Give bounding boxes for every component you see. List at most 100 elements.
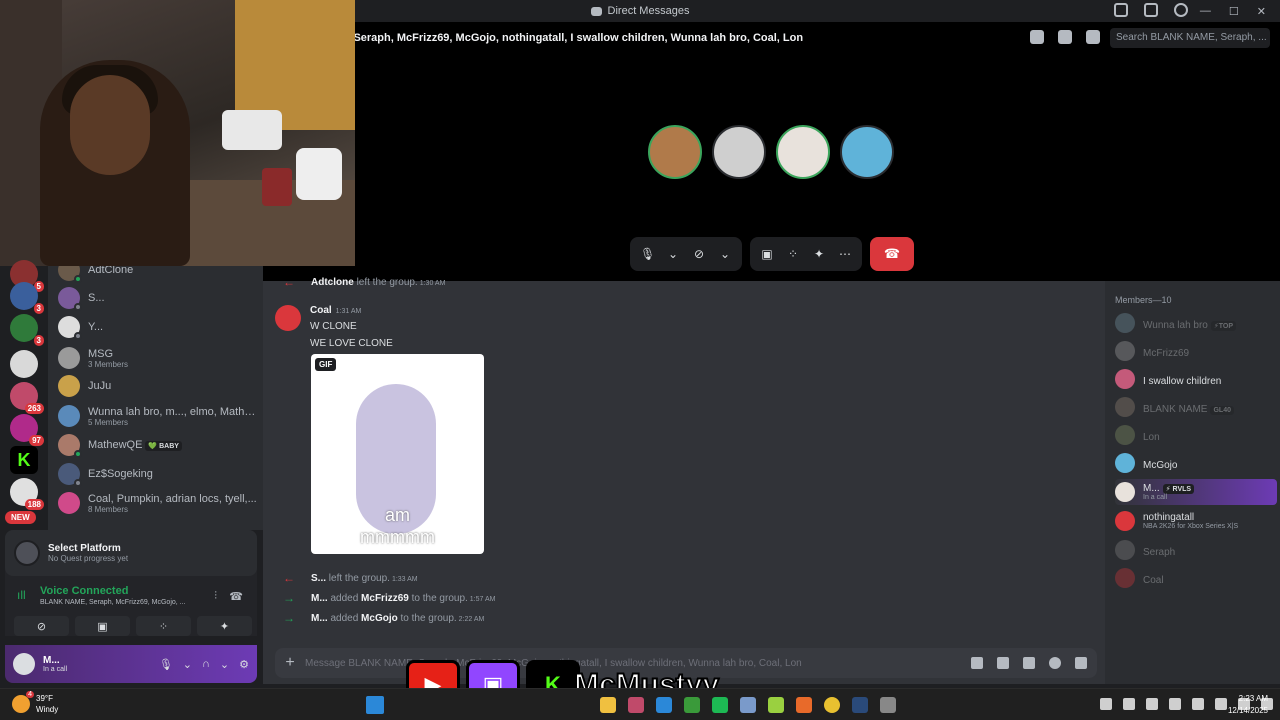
disconnect-icon[interactable]: ☎ [229, 590, 243, 603]
xbox-icon[interactable] [684, 697, 700, 713]
weather-widget[interactable]: 4 39°F Windy [12, 691, 58, 715]
system-actor[interactable]: M... [311, 593, 328, 604]
app-icon[interactable] [880, 697, 896, 713]
system-actor[interactable]: M... [311, 613, 328, 624]
add-attachment-button[interactable]: + [275, 654, 305, 672]
app-icon[interactable] [628, 697, 644, 713]
file-explorer-icon[interactable] [600, 697, 616, 713]
dm-item[interactable]: MSG 3 Members [58, 344, 258, 372]
chevron-down-icon[interactable]: ⌄ [220, 658, 229, 671]
system-target[interactable]: McFrizz69 [361, 593, 409, 604]
member-item[interactable]: McGojo [1115, 450, 1275, 476]
edge-icon[interactable] [656, 697, 672, 713]
pin-icon[interactable] [1030, 30, 1044, 44]
dm-item[interactable]: AdtClone [58, 266, 258, 284]
tray-icon[interactable] [1169, 698, 1181, 710]
member-item[interactable]: Lon [1115, 422, 1275, 448]
server-icon[interactable] [10, 350, 38, 378]
help-icon[interactable] [1174, 3, 1188, 17]
kick-server-icon[interactable]: K [10, 446, 38, 474]
message-author[interactable]: Coal [310, 305, 332, 316]
participant-avatar[interactable] [840, 125, 894, 179]
system-actor[interactable]: Adtclone [311, 277, 354, 288]
avatar[interactable] [13, 653, 35, 675]
app-icon[interactable] [768, 697, 784, 713]
microphone-icon[interactable]: 🎙 [640, 247, 655, 261]
camera-off-icon[interactable]: ⊘ [692, 247, 706, 261]
server-icon[interactable]: 3 [10, 282, 44, 314]
quest-card[interactable]: Select Platform No Quest progress yet [5, 530, 257, 576]
tray-icon[interactable] [1146, 698, 1158, 710]
member-item[interactable]: Seraph [1115, 537, 1275, 563]
chevron-down-icon[interactable]: ⌄ [718, 247, 732, 261]
dm-item[interactable]: Y... [58, 313, 258, 341]
participant-avatar[interactable] [776, 125, 830, 179]
dm-item[interactable]: Coal, Pumpkin, adrian locs, tyell,... 8 M… [58, 489, 258, 517]
dm-item[interactable]: Wunna lah bro, m..., elmo, Mathe... 5 Mem… [58, 402, 258, 430]
system-target[interactable]: McGojo [361, 613, 398, 624]
search-input[interactable]: Search BLANK NAME, Seraph, ... [1110, 28, 1270, 48]
voice-channel-name[interactable]: BLANK NAME, Seraph, McFrizz69, McGojo, .… [40, 599, 186, 606]
spotify-icon[interactable] [712, 697, 728, 713]
chevron-down-icon[interactable]: ⌄ [666, 247, 680, 261]
username[interactable]: M... [43, 655, 67, 666]
member-item[interactable]: BLANK NAME GL40 [1115, 394, 1275, 420]
store-icon[interactable] [740, 697, 756, 713]
steam-icon[interactable] [852, 697, 868, 713]
inbox-icon[interactable] [1144, 3, 1158, 17]
dm-item[interactable]: Ez$Sogeking [58, 460, 258, 488]
member-item[interactable]: Wunna lah bro ⚡TOP [1115, 310, 1275, 336]
participant-avatar[interactable] [712, 125, 766, 179]
apps-icon[interactable] [1075, 657, 1087, 669]
tray-icon[interactable] [1123, 698, 1135, 710]
noise-suppression-icon[interactable]: ⫶ [214, 590, 217, 603]
screen-share-icon[interactable]: ▣ [760, 247, 774, 261]
dm-item[interactable]: S... [58, 284, 258, 312]
member-item[interactable]: McFrizz69 [1115, 338, 1275, 364]
headphones-icon[interactable]: ∩ [202, 658, 210, 671]
avatar[interactable] [275, 305, 301, 331]
close-button[interactable]: ✕ [1257, 5, 1266, 18]
soundboard-button[interactable]: ✦ [197, 616, 252, 636]
mic-icon[interactable] [1192, 698, 1204, 710]
voice-connected-label[interactable]: Voice Connected [40, 585, 128, 597]
disconnect-button[interactable]: ☎ [870, 237, 914, 271]
system-actor[interactable]: S... [311, 573, 326, 584]
settings-gear-icon[interactable]: ⚙ [239, 658, 249, 671]
member-item[interactable]: M... ⚡ RVLS In a call [1115, 479, 1277, 505]
dm-item[interactable]: MathewQE 💚 BABY [58, 431, 258, 459]
chevron-up-icon[interactable] [1100, 698, 1112, 710]
gif-attachment[interactable]: GIF am mmmmm [311, 354, 484, 554]
gif-icon[interactable] [997, 657, 1009, 669]
chrome-icon[interactable] [824, 697, 840, 713]
camera-off-button[interactable]: ⊘ [14, 616, 69, 636]
server-icon[interactable]: 97 [10, 414, 44, 446]
member-item[interactable]: nothingatall NBA 2K26 for Xbox Series X|… [1115, 508, 1275, 534]
participant-avatar[interactable] [648, 125, 702, 179]
screen-share-button[interactable]: ▣ [75, 616, 130, 636]
server-icon[interactable]: 263 [10, 382, 44, 414]
server-icon[interactable]: 3 [10, 314, 44, 346]
flag-icon[interactable] [1114, 3, 1128, 17]
activities-button[interactable]: ⁘ [136, 616, 191, 636]
wifi-icon[interactable] [1215, 698, 1227, 710]
gift-icon[interactable] [971, 657, 983, 669]
emoji-icon[interactable] [1049, 657, 1061, 669]
maximize-button[interactable]: ☐ [1229, 5, 1239, 18]
dm-item[interactable]: JuJu [58, 372, 258, 400]
member-item[interactable]: Coal [1115, 565, 1275, 591]
activities-icon[interactable]: ⁘ [786, 247, 800, 261]
members-icon[interactable] [1086, 30, 1100, 44]
microphone-icon[interactable]: 🎙 [159, 658, 173, 671]
sticker-icon[interactable] [1023, 657, 1035, 669]
chevron-down-icon[interactable]: ⌄ [183, 658, 192, 671]
minimize-button[interactable]: — [1200, 5, 1211, 17]
group-name[interactable]: E, Seraph, McFrizz69, McGojo, nothingata… [340, 32, 803, 44]
server-icon[interactable]: 188 [10, 478, 44, 510]
more-icon[interactable]: ⋯ [838, 247, 852, 261]
app-icon[interactable] [796, 697, 812, 713]
soundboard-icon[interactable]: ✦ [812, 247, 826, 261]
add-friends-icon[interactable] [1058, 30, 1072, 44]
clock[interactable]: 2:23 AM 12/14/2025 [1228, 693, 1268, 717]
member-item[interactable]: I swallow children [1115, 366, 1275, 392]
